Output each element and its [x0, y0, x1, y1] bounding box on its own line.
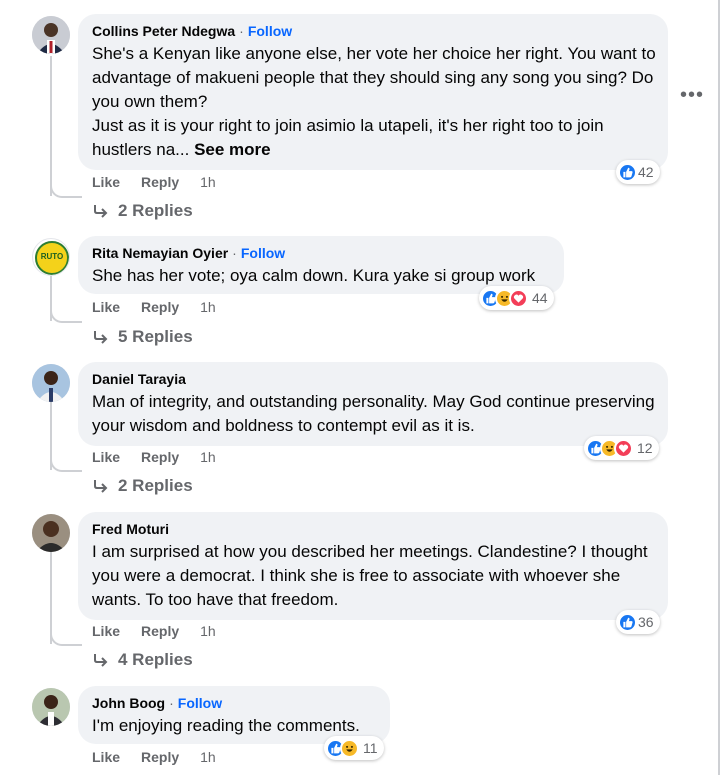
reply-arrow-icon — [94, 331, 108, 344]
comment-actions: Like Reply 1h — [92, 449, 216, 465]
view-replies-button[interactable]: 2 Replies — [92, 476, 193, 496]
timestamp[interactable]: 1h — [200, 449, 216, 465]
timestamp[interactable]: 1h — [200, 749, 216, 765]
comment-author[interactable]: Fred Moturi — [92, 520, 169, 538]
timestamp[interactable]: 1h — [200, 623, 216, 639]
thread-curve — [50, 454, 82, 472]
like-button[interactable]: Like — [92, 749, 120, 765]
separator-dot: · — [239, 23, 244, 39]
view-replies-button[interactable]: 4 Replies — [92, 650, 193, 670]
replies-label: 5 Replies — [118, 327, 193, 346]
replies-label: 4 Replies — [118, 650, 193, 669]
comment-text: Man of integrity, and outstanding person… — [92, 392, 660, 435]
timestamp[interactable]: 1h — [200, 299, 216, 315]
separator-dot: · — [169, 695, 174, 711]
thread-curve — [50, 180, 82, 198]
comment-author[interactable]: Rita Nemayian Oyier — [92, 244, 228, 262]
like-button[interactable]: Like — [92, 623, 120, 639]
thread-curve — [50, 305, 82, 323]
avatar[interactable] — [32, 364, 70, 402]
comment-author[interactable]: Collins Peter Ndegwa — [92, 22, 235, 40]
comment-author[interactable]: Daniel Tarayia — [92, 370, 186, 388]
avatar[interactable]: RUTO — [32, 238, 70, 276]
reactions-summary[interactable]: 11 — [324, 736, 384, 760]
love-icon — [509, 288, 528, 308]
comment-actions: Like Reply 1h — [92, 299, 216, 315]
more-options-icon[interactable]: ••• — [680, 84, 704, 107]
separator-dot: · — [232, 245, 237, 261]
comment-bubble: Daniel Tarayia Man of integrity, and out… — [78, 362, 668, 446]
reactions-summary[interactable]: 36 — [616, 610, 660, 634]
like-icon — [618, 612, 637, 632]
comment-text: I'm enjoying reading the comments. — [92, 716, 360, 735]
comment-text: She's a Kenyan like anyone else, her vot… — [92, 44, 656, 159]
reply-arrow-icon — [94, 654, 108, 667]
love-icon — [614, 438, 633, 458]
reactions-summary[interactable]: 44 — [479, 286, 554, 310]
like-button[interactable]: Like — [92, 174, 120, 190]
see-more-link[interactable]: See more — [194, 140, 271, 159]
comment-actions: Like Reply 1h — [92, 623, 216, 639]
comment-bubble: Collins Peter Ndegwa · Follow She's a Ke… — [78, 14, 668, 170]
timestamp[interactable]: 1h — [200, 174, 216, 190]
follow-button[interactable]: Follow — [178, 694, 222, 712]
haha-icon — [340, 738, 359, 758]
reply-button[interactable]: Reply — [141, 299, 179, 315]
view-replies-button[interactable]: 5 Replies — [92, 327, 193, 347]
like-button[interactable]: Like — [92, 299, 120, 315]
follow-button[interactable]: Follow — [248, 22, 292, 40]
thread-line — [50, 56, 52, 196]
reaction-count: 42 — [638, 164, 654, 180]
replies-label: 2 Replies — [118, 201, 193, 220]
reply-button[interactable]: Reply — [141, 749, 179, 765]
reply-button[interactable]: Reply — [141, 174, 179, 190]
thread-curve — [50, 628, 82, 646]
avatar[interactable] — [32, 16, 70, 54]
comment-actions: Like Reply 1h — [92, 174, 216, 190]
view-replies-button[interactable]: 2 Replies — [92, 201, 193, 221]
reactions-summary[interactable]: 42 — [616, 160, 660, 184]
comment-actions: Like Reply 1h — [92, 749, 216, 765]
reaction-count: 44 — [532, 290, 548, 306]
reaction-count: 12 — [637, 440, 653, 456]
reply-button[interactable]: Reply — [141, 449, 179, 465]
replies-label: 2 Replies — [118, 476, 193, 495]
reply-button[interactable]: Reply — [141, 623, 179, 639]
comment-text: I am surprised at how you described her … — [92, 542, 653, 609]
reaction-count: 11 — [363, 740, 378, 756]
comment-author[interactable]: John Boog — [92, 694, 165, 712]
avatar-text: RUTO — [40, 252, 64, 261]
like-button[interactable]: Like — [92, 449, 120, 465]
like-icon — [618, 162, 637, 182]
comment-text: She has her vote; oya calm down. Kura ya… — [92, 266, 536, 285]
avatar[interactable] — [32, 514, 70, 552]
reactions-summary[interactable]: 12 — [584, 436, 659, 460]
reply-arrow-icon — [94, 205, 108, 218]
reaction-count: 36 — [638, 614, 654, 630]
follow-button[interactable]: Follow — [241, 244, 285, 262]
comment-bubble: Fred Moturi I am surprised at how you de… — [78, 512, 668, 620]
avatar[interactable] — [32, 688, 70, 726]
reply-arrow-icon — [94, 480, 108, 493]
